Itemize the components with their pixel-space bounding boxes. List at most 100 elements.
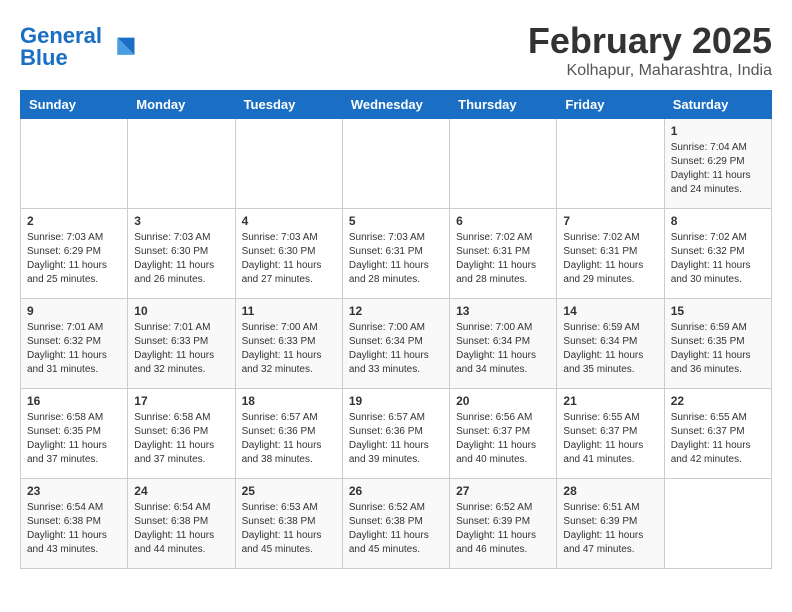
day-number: 7 bbox=[563, 214, 657, 228]
day-number: 10 bbox=[134, 304, 228, 318]
calendar-cell: 5 Sunrise: 7:03 AM Sunset: 6:31 PM Daylig… bbox=[342, 209, 449, 299]
page-header: General Blue February 2025 Kolhapur, Mah… bbox=[20, 20, 772, 80]
calendar-header-row: SundayMondayTuesdayWednesdayThursdayFrid… bbox=[21, 91, 772, 119]
day-number: 15 bbox=[671, 304, 765, 318]
day-number: 4 bbox=[242, 214, 336, 228]
cell-info: Sunrise: 6:59 AM Sunset: 6:34 PM Dayligh… bbox=[563, 321, 657, 377]
calendar-table: SundayMondayTuesdayWednesdayThursdayFrid… bbox=[20, 90, 772, 569]
header-monday: Monday bbox=[128, 91, 235, 119]
cell-info: Sunrise: 7:02 AM Sunset: 6:32 PM Dayligh… bbox=[671, 231, 765, 287]
cell-info: Sunrise: 7:00 AM Sunset: 6:34 PM Dayligh… bbox=[349, 321, 443, 377]
cell-info: Sunrise: 6:53 AM Sunset: 6:38 PM Dayligh… bbox=[242, 501, 336, 557]
calendar-cell: 21 Sunrise: 6:55 AM Sunset: 6:37 PM Dayli… bbox=[557, 389, 664, 479]
calendar-week-3: 9 Sunrise: 7:01 AM Sunset: 6:32 PM Daylig… bbox=[21, 299, 772, 389]
calendar-cell: 15 Sunrise: 6:59 AM Sunset: 6:35 PM Dayli… bbox=[664, 299, 771, 389]
calendar-cell: 27 Sunrise: 6:52 AM Sunset: 6:39 PM Dayli… bbox=[450, 479, 557, 569]
title-area: February 2025 Kolhapur, Maharashtra, Ind… bbox=[528, 20, 772, 80]
cell-info: Sunrise: 6:55 AM Sunset: 6:37 PM Dayligh… bbox=[671, 411, 765, 467]
calendar-cell: 14 Sunrise: 6:59 AM Sunset: 6:34 PM Dayli… bbox=[557, 299, 664, 389]
calendar-cell: 28 Sunrise: 6:51 AM Sunset: 6:39 PM Dayli… bbox=[557, 479, 664, 569]
day-number: 25 bbox=[242, 484, 336, 498]
cell-info: Sunrise: 6:57 AM Sunset: 6:36 PM Dayligh… bbox=[242, 411, 336, 467]
calendar-cell bbox=[235, 119, 342, 209]
calendar-cell: 18 Sunrise: 6:57 AM Sunset: 6:36 PM Dayli… bbox=[235, 389, 342, 479]
calendar-cell: 26Sunrise: 6:52 AM Sunset: 6:38 PM Dayli… bbox=[342, 479, 449, 569]
logo-icon bbox=[106, 32, 136, 62]
day-number: 1 bbox=[671, 124, 765, 138]
calendar-cell: 2 Sunrise: 7:03 AM Sunset: 6:29 PM Daylig… bbox=[21, 209, 128, 299]
calendar-cell bbox=[21, 119, 128, 209]
calendar-cell bbox=[557, 119, 664, 209]
cell-info: Sunrise: 6:54 AM Sunset: 6:38 PM Dayligh… bbox=[27, 501, 121, 557]
day-number: 17 bbox=[134, 394, 228, 408]
day-number: 18 bbox=[242, 394, 336, 408]
calendar-cell: 3 Sunrise: 7:03 AM Sunset: 6:30 PM Daylig… bbox=[128, 209, 235, 299]
calendar-cell bbox=[450, 119, 557, 209]
calendar-cell: 10 Sunrise: 7:01 AM Sunset: 6:33 PM Dayli… bbox=[128, 299, 235, 389]
day-number: 2 bbox=[27, 214, 121, 228]
day-number: 27 bbox=[456, 484, 550, 498]
logo: General Blue bbox=[20, 25, 136, 69]
cell-info: Sunrise: 6:59 AM Sunset: 6:35 PM Dayligh… bbox=[671, 321, 765, 377]
day-number: 11 bbox=[242, 304, 336, 318]
calendar-cell: 16Sunrise: 6:58 AM Sunset: 6:35 PM Dayli… bbox=[21, 389, 128, 479]
day-number: 24 bbox=[134, 484, 228, 498]
month-year: February 2025 bbox=[528, 20, 772, 62]
cell-info: Sunrise: 7:01 AM Sunset: 6:33 PM Dayligh… bbox=[134, 321, 228, 377]
day-number: 5 bbox=[349, 214, 443, 228]
location: Kolhapur, Maharashtra, India bbox=[528, 62, 772, 80]
cell-info: Sunrise: 6:57 AM Sunset: 6:36 PM Dayligh… bbox=[349, 411, 443, 467]
day-number: 9 bbox=[27, 304, 121, 318]
day-number: 28 bbox=[563, 484, 657, 498]
cell-info: Sunrise: 7:03 AM Sunset: 6:31 PM Dayligh… bbox=[349, 231, 443, 287]
calendar-cell: 6 Sunrise: 7:02 AM Sunset: 6:31 PM Daylig… bbox=[450, 209, 557, 299]
cell-info: Sunrise: 7:03 AM Sunset: 6:30 PM Dayligh… bbox=[242, 231, 336, 287]
day-number: 19 bbox=[349, 394, 443, 408]
day-number: 14 bbox=[563, 304, 657, 318]
calendar-cell: 13 Sunrise: 7:00 AM Sunset: 6:34 PM Dayli… bbox=[450, 299, 557, 389]
cell-info: Sunrise: 7:03 AM Sunset: 6:30 PM Dayligh… bbox=[134, 231, 228, 287]
calendar-week-5: 23 Sunrise: 6:54 AM Sunset: 6:38 PM Dayli… bbox=[21, 479, 772, 569]
calendar-cell: 9 Sunrise: 7:01 AM Sunset: 6:32 PM Daylig… bbox=[21, 299, 128, 389]
calendar-cell bbox=[342, 119, 449, 209]
cell-info: Sunrise: 7:01 AM Sunset: 6:32 PM Dayligh… bbox=[27, 321, 121, 377]
cell-info: Sunrise: 6:51 AM Sunset: 6:39 PM Dayligh… bbox=[563, 501, 657, 557]
calendar-cell: 4 Sunrise: 7:03 AM Sunset: 6:30 PM Daylig… bbox=[235, 209, 342, 299]
cell-info: Sunrise: 7:00 AM Sunset: 6:34 PM Dayligh… bbox=[456, 321, 550, 377]
calendar-cell: 11 Sunrise: 7:00 AM Sunset: 6:33 PM Dayli… bbox=[235, 299, 342, 389]
cell-info: Sunrise: 7:02 AM Sunset: 6:31 PM Dayligh… bbox=[456, 231, 550, 287]
calendar-cell: 17Sunrise: 6:58 AM Sunset: 6:36 PM Dayli… bbox=[128, 389, 235, 479]
calendar-week-4: 16Sunrise: 6:58 AM Sunset: 6:35 PM Dayli… bbox=[21, 389, 772, 479]
day-number: 13 bbox=[456, 304, 550, 318]
day-number: 8 bbox=[671, 214, 765, 228]
header-sunday: Sunday bbox=[21, 91, 128, 119]
cell-info: Sunrise: 7:02 AM Sunset: 6:31 PM Dayligh… bbox=[563, 231, 657, 287]
calendar-cell bbox=[664, 479, 771, 569]
header-friday: Friday bbox=[557, 91, 664, 119]
calendar-cell: 1Sunrise: 7:04 AM Sunset: 6:29 PM Daylig… bbox=[664, 119, 771, 209]
cell-info: Sunrise: 6:52 AM Sunset: 6:38 PM Dayligh… bbox=[349, 501, 443, 557]
logo-text: General Blue bbox=[20, 25, 102, 69]
cell-info: Sunrise: 7:03 AM Sunset: 6:29 PM Dayligh… bbox=[27, 231, 121, 287]
cell-info: Sunrise: 7:00 AM Sunset: 6:33 PM Dayligh… bbox=[242, 321, 336, 377]
day-number: 3 bbox=[134, 214, 228, 228]
day-number: 12 bbox=[349, 304, 443, 318]
cell-info: Sunrise: 6:58 AM Sunset: 6:35 PM Dayligh… bbox=[27, 411, 121, 467]
header-saturday: Saturday bbox=[664, 91, 771, 119]
day-number: 6 bbox=[456, 214, 550, 228]
calendar-cell bbox=[128, 119, 235, 209]
calendar-cell: 20Sunrise: 6:56 AM Sunset: 6:37 PM Dayli… bbox=[450, 389, 557, 479]
day-number: 23 bbox=[27, 484, 121, 498]
calendar-cell: 25 Sunrise: 6:53 AM Sunset: 6:38 PM Dayli… bbox=[235, 479, 342, 569]
calendar-cell: 23 Sunrise: 6:54 AM Sunset: 6:38 PM Dayli… bbox=[21, 479, 128, 569]
cell-info: Sunrise: 6:52 AM Sunset: 6:39 PM Dayligh… bbox=[456, 501, 550, 557]
day-number: 21 bbox=[563, 394, 657, 408]
day-number: 20 bbox=[456, 394, 550, 408]
calendar-cell: 19 Sunrise: 6:57 AM Sunset: 6:36 PM Dayli… bbox=[342, 389, 449, 479]
calendar-week-1: 1Sunrise: 7:04 AM Sunset: 6:29 PM Daylig… bbox=[21, 119, 772, 209]
calendar-cell: 24Sunrise: 6:54 AM Sunset: 6:38 PM Dayli… bbox=[128, 479, 235, 569]
cell-info: Sunrise: 6:55 AM Sunset: 6:37 PM Dayligh… bbox=[563, 411, 657, 467]
calendar-cell: 7 Sunrise: 7:02 AM Sunset: 6:31 PM Daylig… bbox=[557, 209, 664, 299]
calendar-cell: 12 Sunrise: 7:00 AM Sunset: 6:34 PM Dayli… bbox=[342, 299, 449, 389]
calendar-week-2: 2 Sunrise: 7:03 AM Sunset: 6:29 PM Daylig… bbox=[21, 209, 772, 299]
